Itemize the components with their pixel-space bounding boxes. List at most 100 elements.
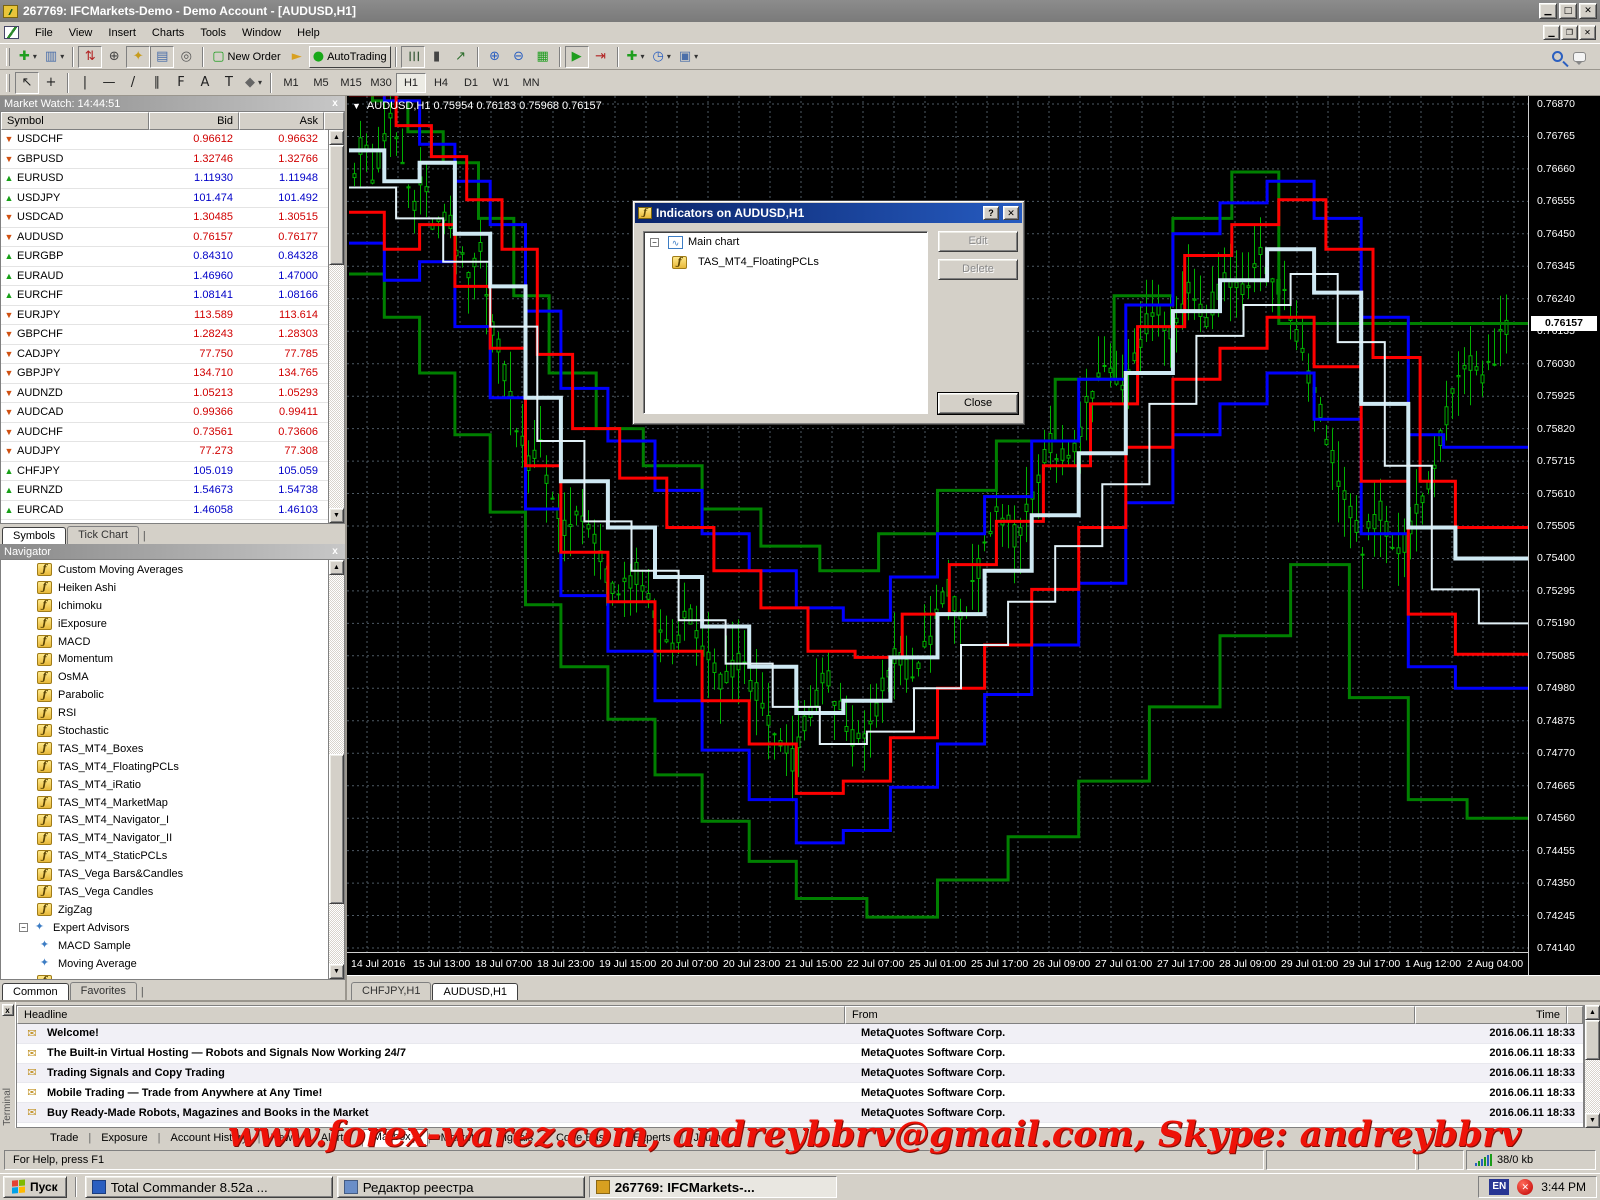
navigator-item-tas-mt4-navigator-ii[interactable]: ƒTAS_MT4_Navigator_II: [1, 829, 328, 847]
chart-tab-chfjpy[interactable]: CHFJPY,H1: [351, 982, 431, 1000]
scroll-up-icon[interactable]: ▲: [1585, 1005, 1600, 1020]
mailbox-row[interactable]: ✉Buy Ready-Made Robots, Magazines and Bo…: [17, 1103, 1583, 1123]
text-tool[interactable]: A: [193, 72, 217, 94]
new-order-button[interactable]: ▢New Order: [208, 46, 284, 68]
market-watch-scrollbar[interactable]: ▲ ▼: [328, 130, 344, 523]
tree-item-indicator[interactable]: ƒ TAS_MT4_FloatingPCLs: [644, 252, 927, 272]
trendline-tool[interactable]: /: [121, 72, 145, 94]
vertical-line-tool[interactable]: |: [73, 72, 97, 94]
dialog-titlebar[interactable]: ƒ Indicators on AUDUSD,H1 ? ✕: [635, 203, 1022, 223]
chat-icon[interactable]: [1573, 52, 1586, 62]
edit-button[interactable]: Edit: [938, 231, 1018, 252]
strategy-tester-toggle[interactable]: ◎: [174, 46, 198, 68]
navigator-item-tas-mt4-floatingpcls[interactable]: ƒTAS_MT4_FloatingPCLs: [1, 758, 328, 776]
market-watch-row-usdchf[interactable]: ▼USDCHF0.966120.96632: [1, 130, 328, 150]
terminal-tab-exposure[interactable]: Exposure: [91, 1131, 157, 1145]
delete-button[interactable]: Delete: [938, 259, 1018, 280]
navigator-item-iexposure[interactable]: ƒiExposure: [1, 615, 328, 633]
price-axis[interactable]: 0.76157 0.768700.767650.766600.765550.76…: [1528, 96, 1600, 975]
column-from[interactable]: From: [845, 1006, 1415, 1024]
market-watch-row-usdjpy[interactable]: ▲USDJPY101.474101.492: [1, 189, 328, 209]
navigator-item-custom-moving-averages[interactable]: ƒCustom Moving Averages: [1, 561, 328, 579]
terminal-toggle[interactable]: ▤: [150, 46, 174, 68]
navigator-item-tas-mt4-boxes[interactable]: ƒTAS_MT4_Boxes: [1, 740, 328, 758]
market-watch-toggle[interactable]: ⇅: [78, 46, 102, 68]
market-watch-row-cadjpy[interactable]: ▼CADJPY77.75077.785: [1, 345, 328, 365]
navigator-item-osma[interactable]: ƒOsMA: [1, 668, 328, 686]
search-icon[interactable]: [1552, 51, 1563, 62]
timeframe-w1[interactable]: W1: [486, 73, 516, 93]
market-watch-row-eurjpy[interactable]: ▼EURJPY113.589113.614: [1, 306, 328, 326]
line-mode-button[interactable]: ↗: [449, 46, 473, 68]
dialog-close-icon[interactable]: ✕: [1003, 206, 1019, 220]
scroll-down-icon[interactable]: ▼: [329, 508, 344, 523]
market-watch-row-gbpjpy[interactable]: ▼GBPJPY134.710134.765: [1, 364, 328, 384]
market-watch-row-gbpusd[interactable]: ▼GBPUSD1.327461.32766: [1, 150, 328, 170]
navigator-item-macd[interactable]: ƒMACD: [1, 633, 328, 651]
timeframe-m15[interactable]: M15: [336, 73, 366, 93]
child-close-button[interactable]: ✕: [1579, 25, 1596, 40]
terminal-tab-code-base[interactable]: Code Base: [546, 1131, 620, 1145]
taskbar-task-total-commander[interactable]: Total Commander 8.52a ...: [85, 1176, 333, 1198]
timeframe-h4[interactable]: H4: [426, 73, 456, 93]
column-headline[interactable]: Headline: [17, 1006, 845, 1024]
market-watch-row-chfjpy[interactable]: ▲CHFJPY105.019105.059: [1, 462, 328, 482]
market-watch-row-audcad[interactable]: ▼AUDCAD0.993660.99411: [1, 403, 328, 423]
market-watch-row-eurcad[interactable]: ▲EURCAD1.460581.46103: [1, 501, 328, 521]
column-ask[interactable]: Ask: [239, 112, 324, 130]
scroll-thumb[interactable]: [329, 145, 344, 265]
menu-help[interactable]: Help: [289, 24, 328, 42]
navigator-item-zigzag[interactable]: ƒZigZag: [1, 901, 328, 919]
taskbar-task-metatrader[interactable]: 267769: IFCMarkets-...: [589, 1176, 837, 1198]
maximize-button[interactable]: □: [1559, 3, 1577, 19]
collapse-icon[interactable]: −: [650, 238, 659, 247]
terminal-tab-experts[interactable]: Experts: [623, 1131, 680, 1145]
navigator-item-tas-mt4-marketmap[interactable]: ƒTAS_MT4_MarketMap: [1, 794, 328, 812]
indicators-menu-button[interactable]: ✚▾: [623, 46, 649, 68]
label-tool[interactable]: T: [217, 72, 241, 94]
navigator-item-tas-mt4-navigator-i[interactable]: ƒTAS_MT4_Navigator_I: [1, 811, 328, 829]
mailbox-row[interactable]: ✉The Built-in Virtual Hosting — Robots a…: [17, 1044, 1583, 1064]
market-watch-close-icon[interactable]: x: [329, 98, 341, 109]
timeframe-m5[interactable]: M5: [306, 73, 336, 93]
shapes-menu-button[interactable]: ◆▾: [241, 72, 266, 94]
close-button[interactable]: Close: [938, 393, 1018, 414]
navigator-item-stochastic[interactable]: ƒStochastic: [1, 722, 328, 740]
market-watch-row-eurnzd[interactable]: ▲EURNZD1.546731.54738: [1, 481, 328, 501]
auto-scroll-toggle[interactable]: ▶: [565, 46, 589, 68]
scroll-up-icon[interactable]: ▲: [329, 560, 344, 575]
navigator-item-rsi[interactable]: ƒRSI: [1, 704, 328, 722]
navigator-item-tas-vega-bars-candles[interactable]: ƒTAS_Vega Bars&Candles: [1, 865, 328, 883]
scroll-down-icon[interactable]: ▼: [1585, 1113, 1600, 1128]
terminal-tab-signals[interactable]: Signals: [487, 1131, 543, 1145]
market-watch-row-audnzd[interactable]: ▼AUDNZD1.052131.05293: [1, 384, 328, 404]
timeframe-m1[interactable]: M1: [276, 73, 306, 93]
market-watch-row-eurusd[interactable]: ▲EURUSD1.119301.11948: [1, 169, 328, 189]
candles-mode-button[interactable]: ▮: [425, 46, 449, 68]
child-minimize-button[interactable]: ▁: [1543, 25, 1560, 40]
market-watch-row-eurgbp[interactable]: ▲EURGBP0.843100.84328: [1, 247, 328, 267]
time-axis[interactable]: 14 Jul 201615 Jul 13:0018 Jul 07:0018 Ju…: [347, 952, 1528, 975]
expert-advisors-button[interactable]: ►: [285, 46, 309, 68]
menu-insert[interactable]: Insert: [100, 24, 144, 42]
clock[interactable]: 3:44 PM: [1541, 1180, 1586, 1194]
timeframe-d1[interactable]: D1: [456, 73, 486, 93]
zoom-out-button[interactable]: ⊖: [507, 46, 531, 68]
data-window-toggle[interactable]: ⊕: [102, 46, 126, 68]
fibonacci-tool[interactable]: F: [169, 72, 193, 94]
navigator-item-moving-average[interactable]: ✦Moving Average: [1, 955, 328, 973]
navigator-scrollbar[interactable]: ▲ ▼: [328, 560, 344, 979]
mailbox-row[interactable]: ✉Mobile Trading — Trade from Anywhere at…: [17, 1083, 1583, 1103]
navigator-close-icon[interactable]: x: [329, 546, 341, 557]
navigator-item-expert-advisors[interactable]: −✦Expert Advisors: [1, 919, 328, 937]
column-bid[interactable]: Bid: [149, 112, 239, 130]
tab-common[interactable]: Common: [2, 983, 69, 1001]
templates-menu-button[interactable]: ▣▾: [675, 46, 702, 68]
toolbar-grip[interactable]: [6, 48, 10, 66]
chart-symbol-dropdown-icon[interactable]: ▼: [352, 101, 361, 111]
column-time[interactable]: Time: [1415, 1006, 1567, 1024]
child-restore-button[interactable]: ❐: [1561, 25, 1578, 40]
menu-view[interactable]: View: [61, 24, 101, 42]
navigator-item-tas-vega-candles[interactable]: ƒTAS_Vega Candles: [1, 883, 328, 901]
terminal-tab-journal[interactable]: Journal: [683, 1131, 739, 1145]
